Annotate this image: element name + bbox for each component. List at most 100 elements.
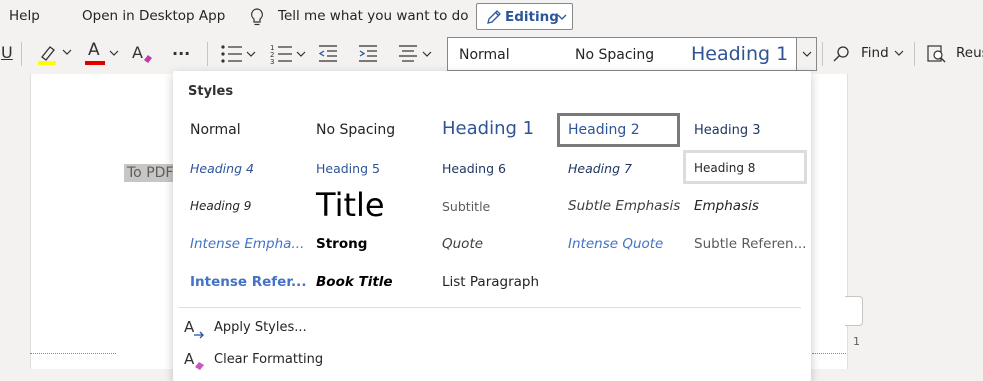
styles-box-normal[interactable]: Normal <box>459 47 510 63</box>
reuse-files-button[interactable]: Reus <box>924 34 983 74</box>
decrease-indent-button[interactable] <box>316 34 340 74</box>
lightbulb-icon <box>251 8 263 26</box>
clear-formatting-label: Clear Formatting <box>214 352 324 367</box>
style-label: Heading 2 <box>568 122 640 138</box>
chevron-down-icon <box>802 51 812 57</box>
style-normal[interactable]: Normal <box>184 113 308 147</box>
divider <box>914 42 915 66</box>
style-label: Heading 9 <box>190 199 252 213</box>
style-heading-8[interactable]: Heading 8 <box>683 150 807 184</box>
style-label: Title <box>316 186 385 224</box>
numbering-icon: 1 2 3 <box>270 44 306 65</box>
editing-label: Editing <box>505 9 559 25</box>
increase-indent-icon <box>359 45 377 62</box>
ribbon-toolbar: U A A ··· 1 2 3 Normal No Spacing Headin… <box>0 34 983 74</box>
find-button[interactable]: Find <box>832 34 908 74</box>
style-heading-3[interactable]: Heading 3 <box>688 113 812 147</box>
divider <box>207 42 208 66</box>
page-side-tab <box>845 296 863 326</box>
divider <box>21 42 22 66</box>
search-icon <box>833 46 849 62</box>
decrease-indent-icon <box>318 45 337 62</box>
style-heading-7[interactable]: Heading 7 <box>562 151 686 185</box>
reuse-icon <box>927 45 946 63</box>
styles-dropdown-toggle[interactable] <box>796 38 816 70</box>
underline-label: U <box>1 43 13 62</box>
menu-help[interactable]: Help <box>9 8 40 24</box>
styles-box-heading1[interactable]: Heading 1 <box>691 43 788 65</box>
style-heading-6[interactable]: Heading 6 <box>436 151 560 185</box>
style-quote[interactable]: Quote <box>436 227 560 261</box>
chevron-down-icon <box>894 50 904 56</box>
find-label: Find <box>861 45 889 61</box>
styles-box-no-spacing[interactable]: No Spacing <box>575 47 654 63</box>
style-label: Quote <box>442 236 484 252</box>
more-options-button[interactable]: ··· <box>168 34 196 74</box>
reuse-label: Reus <box>956 45 983 61</box>
style-label: Heading 7 <box>568 161 632 176</box>
svg-text:3: 3 <box>270 58 274 65</box>
style-heading-9[interactable]: Heading 9 <box>184 189 308 223</box>
chevron-down-icon <box>109 50 119 56</box>
clear-formatting-button[interactable]: A Clear Formatting <box>183 347 483 373</box>
style-label: Intense Refer... <box>190 274 307 290</box>
style-heading-1[interactable]: Heading 1 <box>436 113 560 147</box>
apply-styles-button[interactable]: A Apply Styles... <box>183 315 483 341</box>
style-label: No Spacing <box>316 122 396 138</box>
styles-dropdown-title: Styles <box>188 84 234 99</box>
style-label: Subtitle <box>442 199 491 214</box>
style-label: Heading 3 <box>694 123 761 138</box>
numbering-button[interactable]: 1 2 3 <box>268 34 308 74</box>
font-color-icon: A <box>88 40 100 60</box>
style-strong[interactable]: Strong <box>310 227 434 261</box>
style-subtle-reference[interactable]: Subtle Referen... <box>688 227 812 261</box>
clear-formatting-icon: A <box>184 350 204 370</box>
style-subtle-emphasis[interactable]: Subtle Emphasis <box>562 189 686 223</box>
style-intense-reference[interactable]: Intense Refer... <box>184 265 308 299</box>
style-label: Normal <box>190 122 241 138</box>
svg-text:A: A <box>184 350 195 368</box>
style-label: Intense Empha... <box>190 236 305 252</box>
clear-format-icon: A <box>132 43 152 63</box>
font-color-button[interactable]: A <box>82 34 122 74</box>
align-button[interactable] <box>396 34 436 74</box>
apply-styles-icon: A <box>184 318 204 339</box>
style-label: Subtle Referen... <box>694 236 807 252</box>
increase-indent-button[interactable] <box>356 34 380 74</box>
style-label: Emphasis <box>694 198 759 214</box>
style-label: List Paragraph <box>442 274 540 290</box>
clear-format-button[interactable]: A <box>130 34 156 74</box>
style-label: Intense Quote <box>568 236 664 252</box>
style-book-title[interactable]: Book Title <box>310 265 434 299</box>
style-list-paragraph[interactable]: List Paragraph <box>436 265 560 299</box>
tell-me-search[interactable]: Tell me what you want to do <box>278 8 468 24</box>
chevron-down-icon <box>557 14 567 20</box>
style-subtitle[interactable]: Subtitle <box>436 189 560 223</box>
styles-dropdown: Styles Normal No Spacing Heading 1 Headi… <box>173 71 811 381</box>
divider <box>822 42 823 66</box>
style-label: Heading 5 <box>316 161 380 176</box>
editing-mode-button[interactable]: Editing <box>476 3 573 30</box>
style-intense-emphasis[interactable]: Intense Empha... <box>184 227 308 261</box>
highlight-color-button[interactable] <box>36 34 74 74</box>
style-intense-quote[interactable]: Intense Quote <box>562 227 686 261</box>
style-label: Strong <box>316 236 368 252</box>
more-icon: ··· <box>172 44 191 63</box>
style-no-spacing[interactable]: No Spacing <box>310 113 434 147</box>
styles-gallery-box[interactable]: Normal No Spacing Heading 1 <box>447 37 817 71</box>
style-heading-5[interactable]: Heading 5 <box>310 151 434 185</box>
style-emphasis[interactable]: Emphasis <box>688 189 812 223</box>
align-icon <box>399 45 432 62</box>
bullets-button[interactable] <box>218 34 258 74</box>
font-color-swatch <box>85 61 105 65</box>
open-in-desktop-app-button[interactable]: Open in Desktop App <box>82 8 225 24</box>
pencil-icon <box>487 10 501 24</box>
style-title[interactable]: Title <box>310 185 434 227</box>
dropdown-divider <box>178 307 801 308</box>
document-selected-text[interactable]: To PDF <box>124 164 177 182</box>
underline-button[interactable]: U <box>0 34 16 74</box>
menu-bar: Help Open in Desktop App Tell me what yo… <box>0 0 983 34</box>
style-heading-2[interactable]: Heading 2 <box>557 113 680 147</box>
page-break-line <box>812 353 846 354</box>
style-heading-4[interactable]: Heading 4 <box>184 151 308 185</box>
